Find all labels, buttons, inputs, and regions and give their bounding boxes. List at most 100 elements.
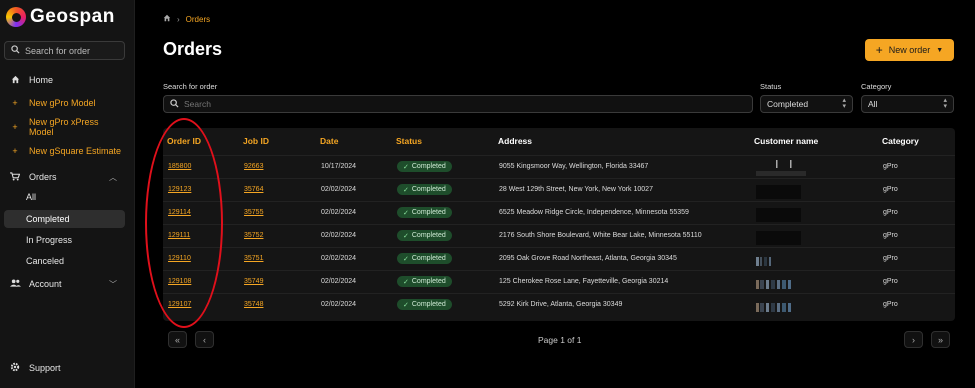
last-page-button[interactable]: »: [931, 331, 950, 348]
sidebar-item-label: Orders: [29, 172, 57, 182]
check-icon: ✓: [403, 163, 409, 171]
order-search-field[interactable]: [163, 95, 753, 113]
address-cell: 28 West 129th Street, New York, New York…: [499, 186, 653, 193]
job-id-link[interactable]: 35764: [244, 186, 263, 193]
next-page-button[interactable]: ›: [904, 331, 923, 348]
first-page-button[interactable]: «: [168, 331, 187, 348]
status-badge: ✓ Completed: [397, 253, 452, 264]
table-row[interactable]: 129107 35748 02/02/2024 ✓ Completed 5292 …: [163, 293, 955, 316]
table-row[interactable]: 129123 35764 02/02/2024 ✓ Completed 28 We…: [163, 178, 955, 201]
status-badge-label: Completed: [411, 255, 446, 262]
geospan-logo[interactable]: Geospan: [6, 6, 115, 28]
address-cell: 2176 South Shore Boulevard, White Bear L…: [499, 232, 702, 239]
date-cell: 02/02/2024: [321, 209, 357, 216]
status-label: Status: [760, 82, 782, 91]
address-cell: 125 Cherokee Rose Lane, Fayetteville, Ge…: [499, 278, 669, 285]
page-title: Orders: [163, 39, 223, 59]
new-order-button[interactable]: + New order ▼: [865, 39, 954, 61]
status-badge: ✓ Completed: [397, 299, 452, 310]
address-cell: 6525 Meadow Ridge Circle, Independence, …: [499, 209, 689, 216]
sidebar-item-new-gpro-xpress-model[interactable]: + New gPro xPress Model: [4, 117, 125, 137]
status-select[interactable]: Completed ▴ ▾: [760, 95, 853, 113]
sidebar-search-placeholder: Search for order: [25, 45, 91, 56]
status-select-value: Completed: [767, 99, 809, 109]
home-icon[interactable]: [163, 14, 171, 24]
category-cell: gPro: [883, 209, 898, 216]
breadcrumb-current[interactable]: Orders: [186, 15, 210, 24]
category-select[interactable]: All ▴ ▾: [861, 95, 954, 113]
column-header-address: Address: [498, 136, 533, 146]
sidebar-item-support[interactable]: Support: [4, 359, 125, 377]
job-id-link[interactable]: 35748: [244, 301, 263, 308]
updown-icon: ▴ ▾: [943, 97, 947, 110]
column-header-job-id[interactable]: Job ID: [243, 136, 269, 146]
previous-page-button[interactable]: ‹: [195, 331, 214, 348]
table-row[interactable]: 129110 35751 02/02/2024 ✓ Completed 2095 …: [163, 247, 955, 270]
table-header: Order ID Job ID Date Status Address Cust…: [163, 128, 955, 154]
home-icon: [9, 75, 21, 86]
logo-mark-icon: [6, 7, 26, 27]
pagination-text: Page 1 of 1: [538, 335, 582, 345]
redacted-customer-name: [756, 185, 801, 199]
sidebar-item-orders-all[interactable]: All: [4, 188, 125, 206]
job-id-link[interactable]: 35752: [244, 232, 263, 239]
status-badge: ✓ Completed: [397, 184, 452, 195]
date-cell: 02/02/2024: [321, 301, 357, 308]
table-row[interactable]: 129114 35755 02/02/2024 ✓ Completed 6525 …: [163, 201, 955, 224]
sidebar-item-orders-canceled[interactable]: Canceled: [4, 252, 125, 270]
double-chevron-right-icon: »: [937, 334, 943, 345]
order-search-input[interactable]: [184, 99, 708, 109]
sidebar-item-account[interactable]: Account ﹀: [4, 275, 125, 293]
column-header-date[interactable]: Date: [320, 136, 338, 146]
column-header-status[interactable]: Status: [396, 136, 422, 146]
updown-icon: ▴ ▾: [842, 97, 846, 110]
sidebar-item-label: Account: [29, 279, 62, 289]
sidebar-item-orders-completed[interactable]: Completed: [4, 210, 125, 228]
sidebar-item-label: All: [26, 192, 37, 202]
sidebar-item-new-gsquare-estimate[interactable]: + New gSquare Estimate: [4, 142, 125, 160]
sidebar-item-label: Canceled: [26, 256, 65, 266]
job-id-link[interactable]: 92663: [244, 163, 263, 170]
date-cell: 10/17/2024: [321, 163, 357, 170]
status-badge: ✓ Completed: [397, 276, 452, 287]
sidebar-item-orders[interactable]: Orders ︿: [4, 168, 125, 186]
address-cell: 5292 Kirk Drive, Atlanta, Georgia 30349: [499, 301, 623, 308]
address-cell: 2095 Oak Grove Road Northeast, Atlanta, …: [499, 255, 677, 262]
annotation-circle: [145, 118, 223, 328]
new-order-label: New order: [888, 45, 931, 55]
breadcrumb: › Orders: [163, 14, 210, 24]
sidebar-item-label: In Progress: [26, 235, 73, 245]
status-badge-label: Completed: [411, 209, 446, 216]
job-id-link[interactable]: 35749: [244, 278, 263, 285]
search-icon: [11, 45, 20, 56]
status-badge: ✓ Completed: [397, 230, 452, 241]
category-cell: gPro: [883, 278, 898, 285]
cart-icon: [9, 171, 21, 183]
check-icon: ✓: [403, 255, 409, 263]
job-id-link[interactable]: 35751: [244, 255, 263, 262]
table-row[interactable]: 129108 35749 02/02/2024 ✓ Completed 125 C…: [163, 270, 955, 293]
redacted-customer-name: [756, 231, 801, 245]
status-badge: ✓ Completed: [397, 161, 452, 172]
search-icon: [170, 98, 179, 110]
breadcrumb-separator-icon: ›: [177, 14, 180, 24]
job-id-link[interactable]: 35755: [244, 209, 263, 216]
sidebar-item-orders-in-progress[interactable]: In Progress: [4, 231, 125, 249]
table-row[interactable]: 185800 92663 10/17/2024 ✓ Completed 9055 …: [163, 155, 955, 178]
chevron-left-icon: ‹: [203, 334, 206, 345]
sidebar-item-home[interactable]: Home: [4, 71, 125, 89]
people-icon: [9, 279, 21, 289]
table-row[interactable]: 129111 35752 02/02/2024 ✓ Completed 2176 …: [163, 224, 955, 247]
sidebar-item-new-gpro-model[interactable]: + New gPro Model: [4, 94, 125, 112]
caret-down-icon: ▼: [936, 46, 944, 54]
status-badge: ✓ Completed: [397, 207, 452, 218]
category-cell: gPro: [883, 186, 898, 193]
column-header-category: Category: [882, 136, 919, 146]
column-header-customer-name: Customer name: [754, 136, 819, 146]
check-icon: ✓: [403, 232, 409, 240]
redacted-customer-name: [756, 160, 806, 176]
sidebar-search-input[interactable]: Search for order: [4, 41, 125, 60]
chevron-up-icon: ︿: [109, 172, 117, 182]
sidebar-item-label: Home: [29, 75, 54, 85]
category-cell: gPro: [883, 301, 898, 308]
